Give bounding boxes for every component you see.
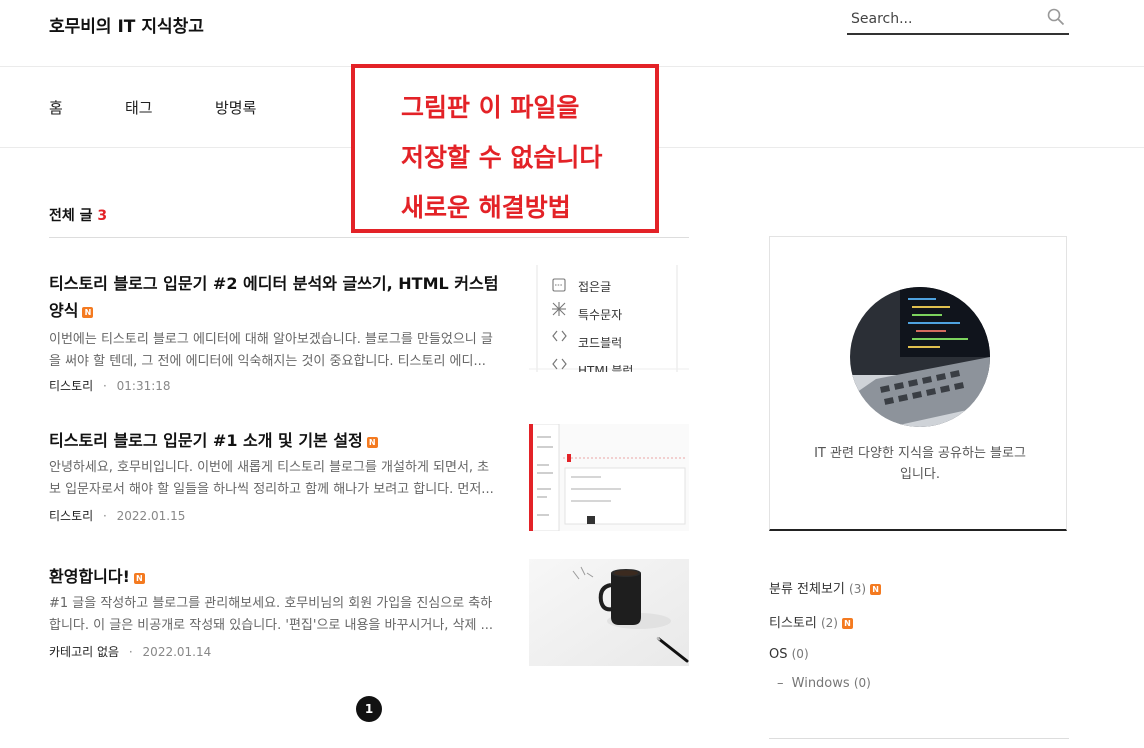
post-title[interactable]: 환영합니다! N: [49, 563, 499, 590]
category-item-windows[interactable]: – Windows (0): [777, 676, 871, 691]
new-badge: N: [366, 437, 378, 448]
post-date: 01:31:18: [116, 379, 171, 393]
thumb-menu-item: 접은글: [578, 280, 612, 294]
thumb-menu-item: 코드블럭: [578, 336, 623, 350]
thumb-menu-item: HTML블럭: [578, 364, 634, 372]
new-badge: N: [870, 584, 882, 595]
post-title[interactable]: 티스토리 블로그 입문기 #2 에디터 분석와 글쓰기, HTML 커스텀 양식…: [49, 270, 499, 324]
search-icon[interactable]: [1047, 8, 1065, 26]
overlay-banner: 그림판 이 파일을 저장할 수 없습니다 새로운 해결방법: [351, 64, 659, 233]
post-category[interactable]: 카테고리 없음: [49, 645, 119, 659]
meta-separator: ·: [103, 379, 107, 393]
nav-item-home[interactable]: 홈: [49, 97, 63, 118]
post-meta: 카테고리 없음 · 2022.01.14: [49, 643, 211, 660]
post-excerpt: 이번에는 티스토리 블로그 에디터에 대해 알아보겠습니다. 블로그를 만들었으…: [49, 332, 493, 369]
new-badge: N: [841, 618, 853, 629]
search-input[interactable]: [849, 8, 1043, 30]
category-label[interactable]: 분류 전체보기: [769, 582, 845, 597]
laptop-image: [850, 287, 990, 427]
blog-profile-card: IT 관련 다양한 지식을 공유하는 블로그입니다.: [769, 236, 1067, 531]
category-count: (2): [820, 616, 838, 630]
new-badge: N: [133, 573, 145, 584]
category-label[interactable]: 티스토리: [769, 616, 817, 631]
section-label: 전체 글: [49, 208, 93, 224]
blog-avatar[interactable]: [850, 287, 990, 427]
post-excerpt: #1 글을 작성하고 블로그를 관리해보세요. 호무비님의 회원 가입을 진심으…: [49, 596, 494, 633]
post-meta: 티스토리 · 2022.01.15: [49, 507, 185, 524]
thumb-menu-item: 특수문자: [578, 308, 623, 322]
category-label[interactable]: OS: [769, 647, 787, 662]
coffee-cup-photo: [529, 559, 689, 666]
blog-description: IT 관련 다양한 지식을 공유하는 블로그입니다.: [814, 446, 1026, 482]
category-count: (0): [853, 676, 871, 690]
post-meta: 티스토리 · 01:31:18: [49, 377, 171, 394]
post-title-text[interactable]: 환영합니다!: [49, 567, 130, 586]
post-thumbnail[interactable]: 접은글 특수문자 코드블럭 HTML블럭: [529, 265, 689, 372]
category-item-tistory[interactable]: 티스토리 (2) N: [769, 612, 853, 631]
overlay-line-2: 저장할 수 없습니다: [401, 143, 603, 172]
section-count: 3: [97, 208, 108, 224]
section-divider: [49, 237, 689, 238]
meta-separator: ·: [103, 509, 107, 523]
site-header: 호무비의 IT 지식창고: [0, 0, 1144, 67]
post-title[interactable]: 티스토리 블로그 입문기 #1 소개 및 기본 설정 N: [49, 427, 499, 454]
post-date: 2022.01.14: [142, 645, 212, 659]
meta-separator: ·: [128, 645, 133, 659]
page-button-current[interactable]: 1: [356, 696, 382, 722]
overlay-line-3: 새로운 해결방법: [401, 193, 571, 222]
category-label[interactable]: Windows: [792, 676, 850, 691]
post-excerpt: 안녕하세요, 호무비입니다. 이번에 새롭게 티스토리 블로그를 개설하게 되면…: [49, 460, 494, 497]
search-box: [847, 4, 1069, 35]
settings-screenshot: [529, 424, 689, 531]
post-category[interactable]: 티스토리: [49, 379, 93, 393]
post-thumbnail[interactable]: [529, 424, 689, 531]
site-title[interactable]: 호무비의 IT 지식창고: [49, 12, 204, 37]
post-thumbnail[interactable]: [529, 559, 689, 666]
section-heading: 전체 글 3: [49, 205, 107, 225]
category-count: (3): [849, 582, 867, 596]
new-badge: N: [82, 307, 94, 318]
sidebar-divider: [769, 738, 1069, 739]
post-title-text[interactable]: 티스토리 블로그 입문기 #1 소개 및 기본 설정: [49, 431, 363, 450]
post-title-text[interactable]: 티스토리 블로그 입문기 #2 에디터 분석와 글쓰기, HTML 커스텀 양식: [49, 274, 498, 320]
post-category[interactable]: 티스토리: [49, 509, 93, 523]
category-item-os[interactable]: OS (0): [769, 647, 809, 662]
post-date: 2022.01.15: [116, 509, 186, 523]
category-count: (0): [791, 647, 809, 661]
nav-item-guestbook[interactable]: 방명록: [215, 97, 256, 118]
category-item-all[interactable]: 분류 전체보기 (3) N: [769, 578, 882, 597]
overlay-line-1: 그림판 이 파일을: [401, 93, 580, 122]
subcategory-prefix: –: [777, 676, 784, 691]
nav-item-tags[interactable]: 태그: [125, 97, 153, 118]
